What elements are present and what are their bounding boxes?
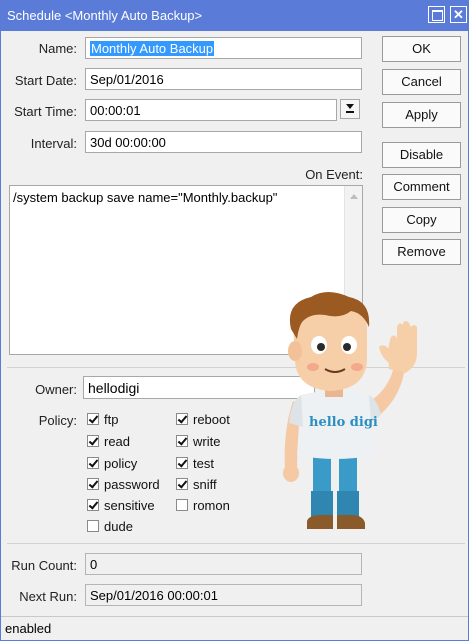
interval-input[interactable]: 30d 00:00:00 [85,131,362,153]
policy-policy-label: policy [104,456,138,471]
start-time-input[interactable]: 00:00:01 [85,99,337,121]
policy-ftp-label: ftp [104,412,119,427]
name-input[interactable]: Monthly Auto Backup [85,37,362,59]
cancel-button[interactable]: Cancel [382,69,461,95]
policy-write-label: write [193,434,221,449]
policy-dude-label: dude [104,519,133,534]
policy-sniff-checkbox[interactable] [176,478,188,490]
apply-button[interactable]: Apply [382,102,461,128]
remove-button[interactable]: Remove [382,239,461,265]
start-date-label: Start Date: [14,73,77,88]
run-count-label: Run Count: [11,558,77,573]
on-event-script: /system backup save name="Monthly.backup… [13,190,278,205]
policy-policy-checkbox[interactable] [87,457,99,469]
dropdown-arrow-icon[interactable] [340,99,360,119]
mascot-illustration: hello digi [283,292,417,529]
title-bar[interactable]: Schedule <Monthly Auto Backup> ✕ [1,1,468,31]
policy-read-checkbox[interactable] [87,435,99,447]
window-title: Schedule <Monthly Auto Backup> [7,8,203,23]
name-label: Name: [38,41,77,56]
copy-button[interactable]: Copy [382,207,461,233]
start-date-input[interactable]: Sep/01/2016 [85,68,362,90]
shirt-text: hello digi [309,415,378,430]
policy-sniff-label: sniff [193,477,217,492]
next-run-label: Next Run: [19,589,77,604]
policy-sensitive-checkbox[interactable] [87,499,99,511]
comment-button[interactable]: Comment [382,174,461,200]
ok-button[interactable]: OK [382,36,461,62]
separator [7,543,465,544]
name-value: Monthly Auto Backup [90,41,215,56]
disable-button[interactable]: Disable [382,142,461,168]
interval-label: Interval: [30,136,77,151]
policy-write-checkbox[interactable] [176,435,188,447]
next-run-field: Sep/01/2016 00:00:01 [85,584,362,606]
policy-romon-checkbox[interactable] [176,499,188,511]
policy-dude-checkbox[interactable] [87,520,99,532]
schedule-window: Schedule <Monthly Auto Backup> ✕ Name: M… [0,0,469,641]
scroll-up-icon[interactable] [350,194,358,199]
policy-sensitive-label: sensitive [104,498,155,513]
on-event-label: On Event: [305,167,363,182]
restore-icon[interactable] [428,6,445,23]
status-text: enabled [5,621,52,636]
policy-ftp-checkbox[interactable] [87,413,99,425]
status-bar: enabled [1,616,468,640]
policy-read-label: read [104,434,131,449]
run-count-field: 0 [85,553,362,575]
start-time-label: Start Time: [14,104,77,119]
owner-label: Owner: [35,382,77,397]
policy-test-label: test [193,456,214,471]
close-icon[interactable]: ✕ [450,6,467,23]
policy-reboot-checkbox[interactable] [176,413,188,425]
policy-password-checkbox[interactable] [87,478,99,490]
policy-password-label: password [104,477,160,492]
policy-romon-label: romon [193,498,230,513]
policy-test-checkbox[interactable] [176,457,188,469]
policy-label: Policy: [38,413,77,428]
policy-reboot-label: reboot [193,412,230,427]
